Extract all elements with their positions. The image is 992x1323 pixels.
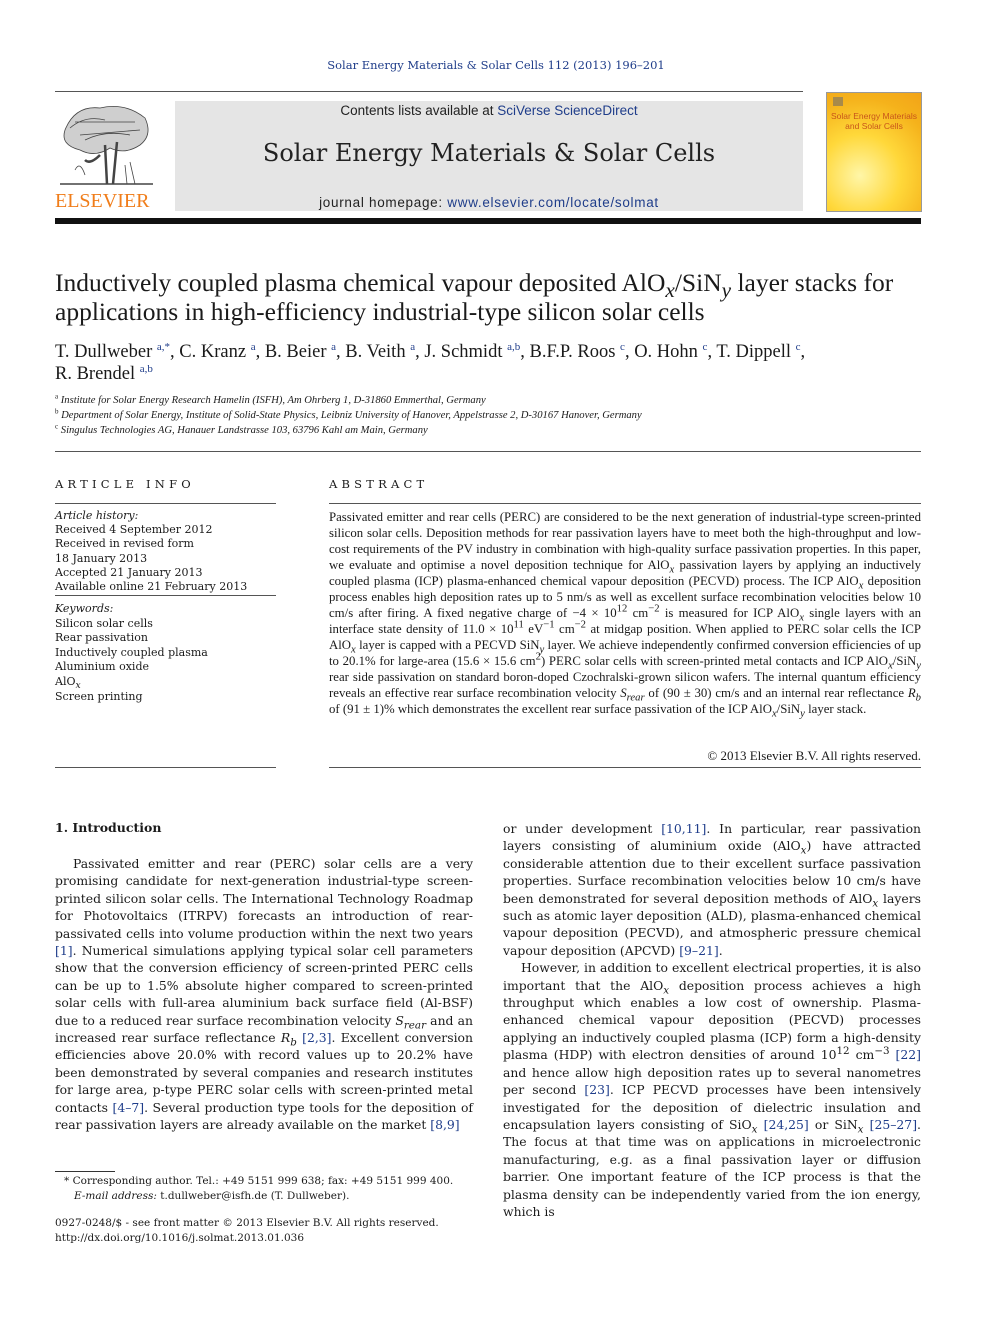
affiliation-marker[interactable]: c xyxy=(620,341,625,353)
affiliation: c Singulus Technologies AG, Hanauer Land… xyxy=(55,422,428,436)
author[interactable]: B.F.P. Roos c xyxy=(529,341,625,362)
history-item: Received 4 September 2012 xyxy=(55,523,213,537)
citation-link[interactable]: [9–21] xyxy=(679,943,719,958)
affiliation-marker[interactable]: c xyxy=(703,341,708,353)
article-history: Article history: Received 4 September 20… xyxy=(55,509,285,594)
contents-label: Contents lists available at xyxy=(340,103,498,118)
cover-publisher-mark xyxy=(833,97,843,106)
article-title: Inductively coupled plasma chemical vapo… xyxy=(55,268,894,326)
keyword: AlOx xyxy=(55,674,81,692)
author-list: T. Dullweber a,*, C. Kranz a, B. Beier a… xyxy=(55,340,806,384)
citation-link[interactable]: [23] xyxy=(584,1082,609,1097)
citation-link[interactable]: [8,9] xyxy=(430,1117,459,1132)
divider xyxy=(55,503,276,504)
keyword: Silicon solar cells xyxy=(55,616,153,630)
divider xyxy=(329,767,921,768)
issn-line: 0927-0248/$ - see front matter © 2013 El… xyxy=(55,1217,439,1229)
journal-masthead: Contents lists available at SciVerse Sci… xyxy=(175,101,803,211)
keywords-label: Keywords: xyxy=(55,602,114,615)
keywords: Keywords: Silicon solar cells Rear passiv… xyxy=(55,602,285,704)
sciencedirect-link[interactable]: SciVerse ScienceDirect xyxy=(497,103,637,118)
citation-link[interactable]: [24,25] xyxy=(764,1117,809,1132)
citation-link[interactable]: [1] xyxy=(55,943,73,958)
author[interactable]: C. Kranz a xyxy=(179,341,256,362)
elsevier-wordmark: ELSEVIER xyxy=(55,190,150,212)
citation-link[interactable]: [2,3] xyxy=(302,1030,331,1045)
divider xyxy=(55,451,921,452)
body-column-right: or under development [10,11]. In particu… xyxy=(503,820,921,1220)
affiliation-marker[interactable]: a,b xyxy=(507,341,520,353)
keyword: Screen printing xyxy=(55,689,143,703)
history-item: Received in revised form xyxy=(55,537,194,551)
paragraph: However, in addition to excellent electr… xyxy=(503,960,921,1219)
history-label: Article history: xyxy=(55,509,139,522)
article-info-heading: ARTICLE INFO xyxy=(55,477,195,491)
keyword: Rear passivation xyxy=(55,631,148,645)
author[interactable]: B. Veith a xyxy=(345,341,415,362)
journal-title: Solar Energy Materials & Solar Cells xyxy=(262,139,716,167)
citation-link[interactable]: [4–7] xyxy=(113,1100,145,1115)
affiliation: a Institute for Solar Energy Research Ha… xyxy=(55,392,486,406)
contents-line: Contents lists available at SciVerse Sci… xyxy=(175,103,803,118)
affiliation: b Department of Solar Energy, Institute … xyxy=(55,407,642,421)
email-link[interactable]: t.dullweber@isfh.de (T. Dullweber). xyxy=(157,1190,349,1202)
abstract-heading: ABSTRACT xyxy=(329,477,429,491)
citation-link[interactable]: [10,11] xyxy=(661,821,706,836)
author[interactable]: B. Beier a xyxy=(265,341,336,362)
body-column-left: Passivated emitter and rear (PERC) solar… xyxy=(55,855,473,1134)
affiliations: a Institute for Solar Energy Research Ha… xyxy=(55,393,935,438)
keyword: Inductively coupled plasma xyxy=(55,645,208,659)
cover-title: Solar Energy Materials and Solar Cells xyxy=(831,111,917,131)
author[interactable]: O. Hohn c xyxy=(634,341,708,362)
header-thick-divider xyxy=(55,218,921,224)
doi-link[interactable]: http://dx.doi.org/10.1016/j.solmat.2013.… xyxy=(55,1231,485,1246)
affiliation-marker[interactable]: a xyxy=(410,341,415,353)
keyword: Aluminium oxide xyxy=(55,660,150,674)
elsevier-logo: ELSEVIER xyxy=(55,100,155,212)
author[interactable]: T. Dullweber a,* xyxy=(55,341,170,362)
affiliation-marker[interactable]: a,* xyxy=(157,341,170,353)
paragraph: Passivated emitter and rear (PERC) solar… xyxy=(55,856,473,1133)
affiliation-marker[interactable]: a xyxy=(331,341,336,353)
contact-line: * Corresponding author. Tel.: +49 5151 9… xyxy=(64,1175,454,1187)
email-label: E-mail address: xyxy=(74,1189,157,1202)
front-matter: 0927-0248/$ - see front matter © 2013 El… xyxy=(55,1216,485,1245)
homepage-link[interactable]: www.elsevier.com/locate/solmat xyxy=(447,195,659,210)
journal-cover-thumbnail[interactable]: Solar Energy Materials and Solar Cells xyxy=(826,92,922,212)
copyright-notice: © 2013 Elsevier B.V. All rights reserved… xyxy=(707,748,921,763)
history-item: Accepted 21 January 2013 xyxy=(55,565,203,579)
citation-link[interactable]: [22] xyxy=(896,1047,921,1062)
running-head[interactable]: Solar Energy Materials & Solar Cells 112… xyxy=(0,58,992,72)
tree-icon xyxy=(60,105,153,185)
author[interactable]: R. Brendel a,b xyxy=(55,363,153,384)
homepage-line: journal homepage: www.elsevier.com/locat… xyxy=(175,195,803,210)
divider xyxy=(55,91,803,92)
paragraph: or under development [10,11]. In particu… xyxy=(503,821,922,958)
author[interactable]: T. Dippell c xyxy=(716,341,801,362)
footnote-divider xyxy=(55,1171,115,1172)
divider xyxy=(329,503,921,504)
divider xyxy=(55,595,276,596)
history-item: Available online 21 February 2013 xyxy=(55,580,248,594)
citation-link[interactable]: [25–27] xyxy=(870,1117,917,1132)
section-heading-introduction: 1. Introduction xyxy=(55,820,162,835)
affiliation-marker[interactable]: c xyxy=(796,341,801,353)
corresponding-author-footnote: * Corresponding author. Tel.: +49 5151 9… xyxy=(64,1174,484,1203)
author[interactable]: J. Schmidt a,b xyxy=(424,341,520,362)
affiliation-marker[interactable]: a,b xyxy=(140,363,153,375)
abstract-text: Passivated emitter and rear cells (PERC)… xyxy=(329,510,922,720)
divider xyxy=(55,767,276,768)
homepage-label: journal homepage: xyxy=(319,195,448,210)
history-item: 18 January 2013 xyxy=(55,551,148,565)
affiliation-marker[interactable]: a xyxy=(251,341,256,353)
